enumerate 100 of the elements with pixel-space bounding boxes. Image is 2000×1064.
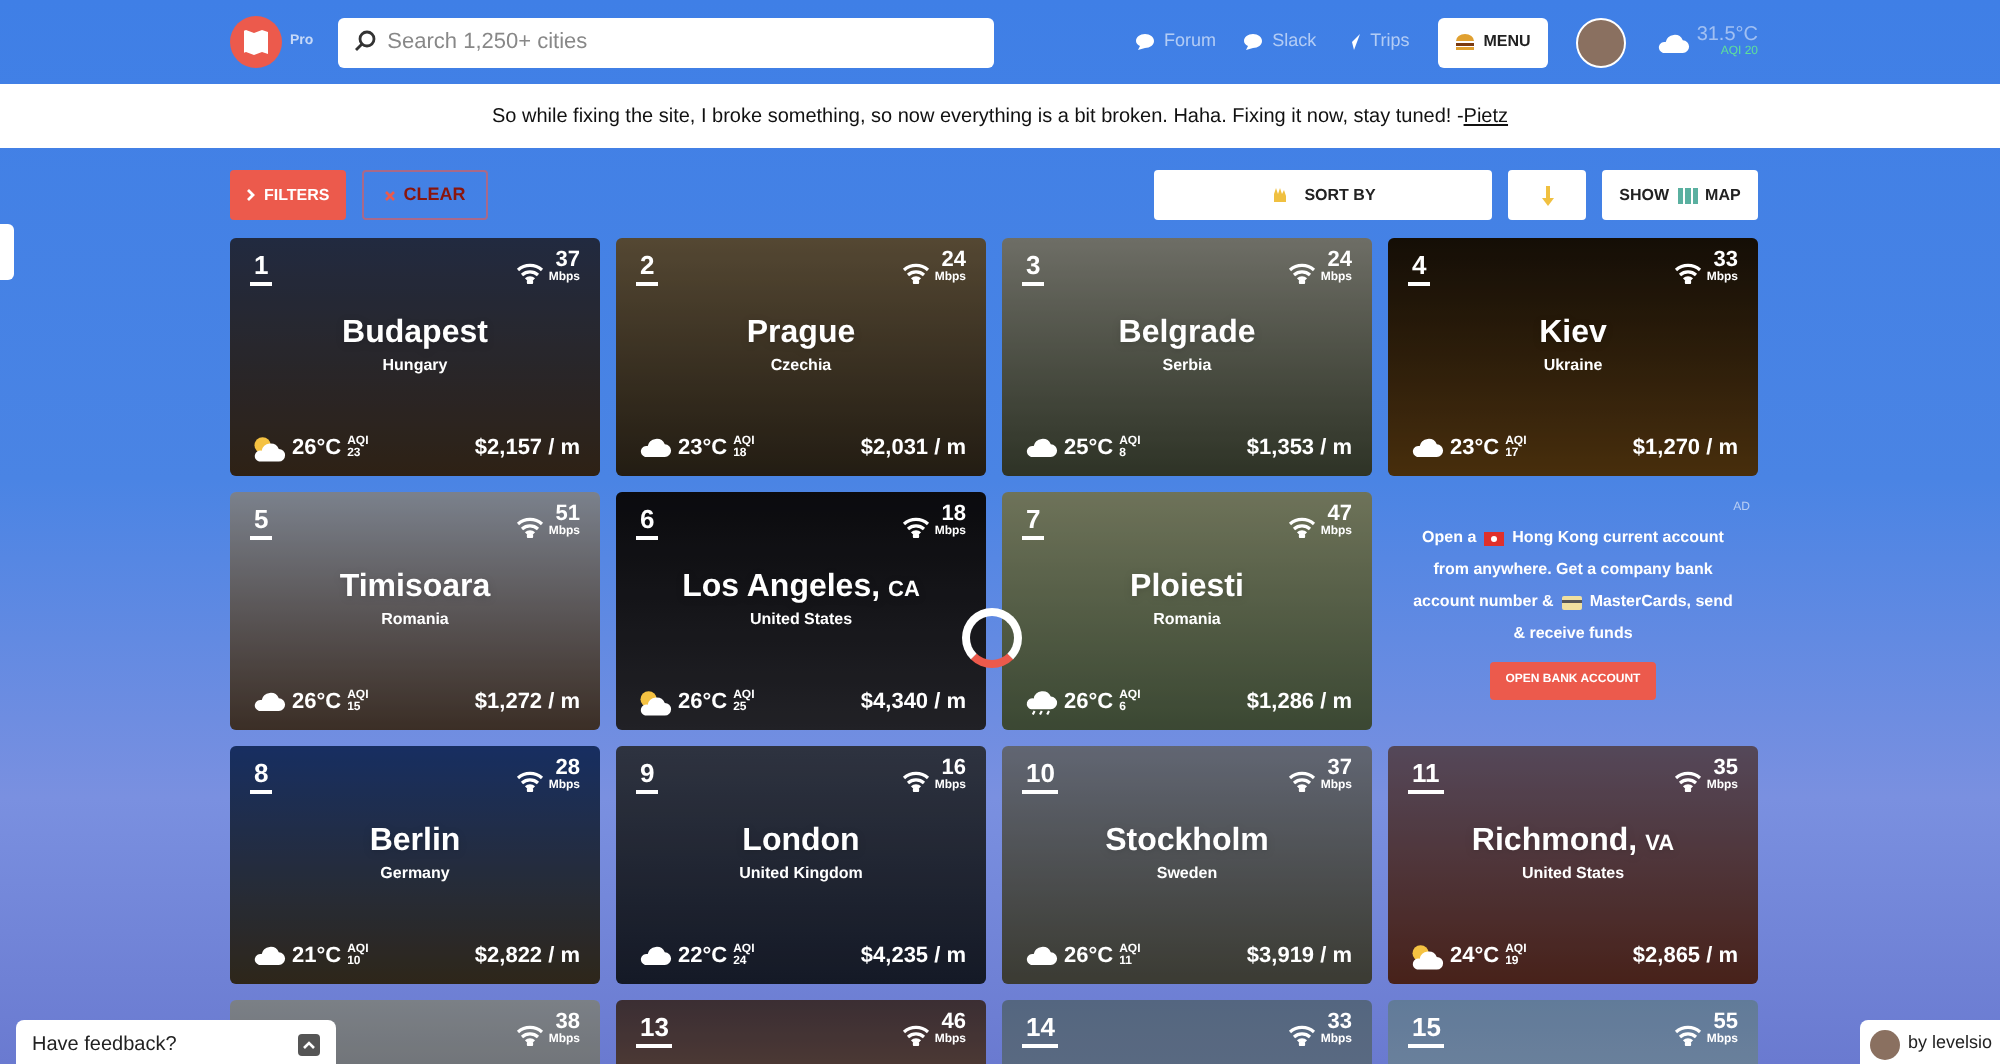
chat-bubble-icon <box>1136 34 1155 50</box>
rank-number: 15 <box>1408 1012 1445 1048</box>
menu-button[interactable]: MENU <box>1437 17 1549 67</box>
temperature: 26°C <box>678 687 728 717</box>
sort-button[interactable]: SORT BY <box>1154 170 1492 220</box>
monthly-cost: $1,353 / m <box>1246 433 1352 463</box>
wifi-icon <box>516 262 545 284</box>
temperature: 23°C <box>678 433 728 463</box>
credit-label: by levelsio <box>1907 1030 1992 1057</box>
country-name: Hungary <box>382 354 448 378</box>
monthly-cost: $2,822 / m <box>474 941 580 971</box>
wifi-icon <box>1288 516 1317 538</box>
rank-number: 2 <box>636 250 659 286</box>
ad-text: & receive funds <box>1513 622 1633 646</box>
internet-speed: 35 <box>1713 758 1738 780</box>
rank-number: 3 <box>1022 250 1045 286</box>
internet-speed: 33 <box>1713 250 1738 272</box>
city-name: Stockholm <box>1105 822 1269 862</box>
country-name: Czechia <box>770 354 832 378</box>
rank-number: 14 <box>1022 1012 1059 1048</box>
show-map-button[interactable]: SHOW MAP <box>1602 170 1758 220</box>
feedback-toast[interactable]: Have feedback? <box>16 1020 336 1064</box>
monthly-cost: $4,340 / m <box>860 687 966 717</box>
city-name: Belgrade <box>1118 314 1256 354</box>
city-name: London <box>742 822 860 862</box>
rank-number: 5 <box>250 504 273 540</box>
temperature: 26°C <box>292 433 342 463</box>
avatar[interactable] <box>1576 17 1627 67</box>
country-name: United States <box>749 608 853 632</box>
monthly-cost: $2,157 / m <box>474 433 580 463</box>
cloud-icon <box>250 942 286 969</box>
ad-text: Open a <box>1422 526 1477 550</box>
internet-speed: 37 <box>555 250 580 272</box>
flag-icon <box>1484 531 1505 545</box>
wifi-icon <box>516 770 545 792</box>
ad-text: MasterCards, send <box>1589 590 1733 614</box>
credit-badge[interactable]: by levelsio <box>1859 1020 2000 1064</box>
loading-spinner <box>962 608 1022 668</box>
monthly-cost: $1,286 / m <box>1246 687 1352 717</box>
country-name: Sweden <box>1156 862 1218 886</box>
rank-number: 8 <box>250 758 273 794</box>
author-link[interactable]: Pietz <box>1463 105 1509 127</box>
cloud-icon <box>1022 434 1058 461</box>
cloud-icon <box>636 942 672 969</box>
rank-number: 1 <box>250 250 273 286</box>
region-code: VA <box>1645 830 1675 860</box>
rank-number: 4 <box>1408 250 1431 286</box>
ad-text: Hong Kong current account <box>1512 526 1724 550</box>
monthly-cost: $1,272 / m <box>474 687 580 717</box>
monthly-cost: $2,031 / m <box>860 433 966 463</box>
wifi-icon <box>1674 1024 1703 1046</box>
close-icon <box>383 189 396 201</box>
city-name: Budapest <box>342 314 488 354</box>
monthly-cost: $4,235 / m <box>860 941 966 971</box>
wifi-icon <box>902 516 931 538</box>
rank-number: 6 <box>636 504 659 540</box>
temperature: 24°C <box>1450 941 1500 971</box>
chevron-right-icon <box>246 188 256 202</box>
ad-text: account number & <box>1413 590 1554 614</box>
cloud-icon <box>1022 942 1058 969</box>
city-name: Timisoara <box>339 568 491 608</box>
ad-text: from anywhere. Get a company bank <box>1433 558 1713 582</box>
internet-speed: 46 <box>941 1012 966 1034</box>
temperature: 26°C <box>292 687 342 717</box>
current-temperature: 31.5°C <box>1696 26 1758 46</box>
chat-bubble-icon <box>1244 34 1263 50</box>
temperature: 25°C <box>1064 433 1114 463</box>
search-field[interactable]: Search 1,250+ cities <box>337 17 994 68</box>
country-name: Ukraine <box>1543 354 1603 378</box>
internet-speed: 51 <box>555 504 580 526</box>
wifi-icon <box>1288 262 1317 284</box>
wifi-icon <box>516 1024 545 1046</box>
temperature: 21°C <box>292 941 342 971</box>
temperature: 26°C <box>1064 941 1114 971</box>
temperature: 23°C <box>1450 433 1500 463</box>
rank-number: 9 <box>636 758 659 794</box>
burger-icon <box>1455 34 1474 50</box>
credit-card-icon <box>1561 595 1582 609</box>
wifi-icon <box>902 1024 931 1046</box>
country-name: United Kingdom <box>739 862 863 886</box>
internet-speed: 24 <box>941 250 966 272</box>
wifi-icon <box>1288 770 1317 792</box>
logo-icon[interactable] <box>230 16 282 68</box>
wifi-icon <box>1674 262 1703 284</box>
wifi-icon <box>902 770 931 792</box>
country-name: Serbia <box>1162 354 1212 378</box>
rank-number: 7 <box>1022 504 1045 540</box>
wifi-icon <box>1674 770 1703 792</box>
internet-speed: 33 <box>1327 1012 1352 1034</box>
avatar <box>1869 1029 1900 1059</box>
cloud-icon <box>1654 29 1691 55</box>
feedback-label: Have feedback? <box>32 1031 177 1059</box>
city-name: Ploiesti <box>1130 568 1244 608</box>
temperature: 22°C <box>678 941 728 971</box>
city-name: Los Angeles, <box>682 568 881 608</box>
country-name: United States <box>1521 862 1625 886</box>
cloud-icon <box>250 688 286 715</box>
internet-speed: 38 <box>555 1012 580 1034</box>
rank-number: 13 <box>636 1012 673 1048</box>
internet-speed: 24 <box>1327 250 1352 272</box>
